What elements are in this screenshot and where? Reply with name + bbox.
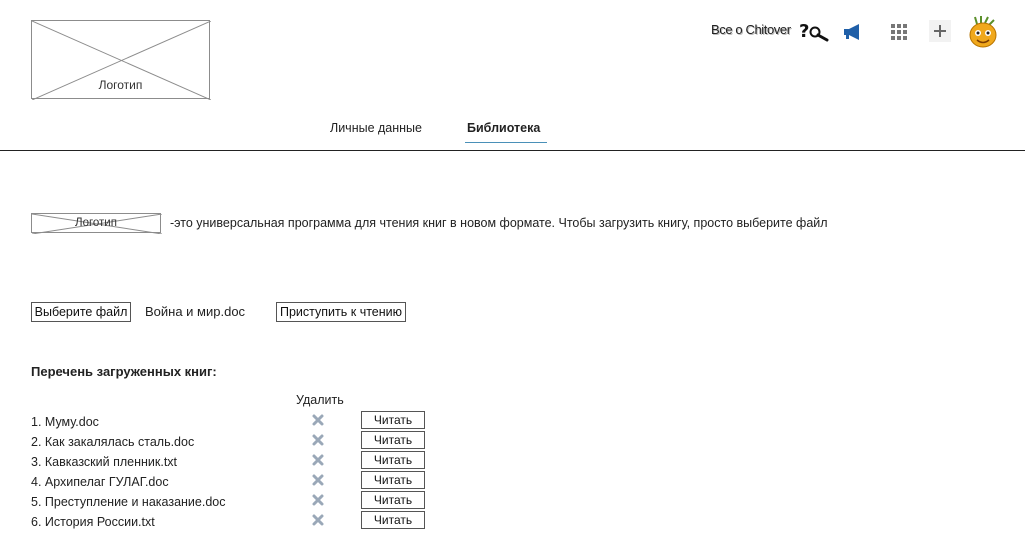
inline-logo-label: Логотип xyxy=(75,217,117,229)
apps-grid-icon[interactable] xyxy=(891,24,907,43)
list-item: 6. История России.txt Читать xyxy=(0,511,1032,533)
delete-icon[interactable] xyxy=(311,493,325,507)
list-item: 5. Преступление и наказание.doc Читать xyxy=(0,491,1032,513)
read-button[interactable]: Читать xyxy=(361,411,425,429)
header-divider xyxy=(0,150,1025,151)
book-title: 4. Архипелаг ГУЛАГ.doc xyxy=(31,475,169,489)
delete-column-header: Удалить xyxy=(296,393,344,407)
choose-file-button[interactable]: Выберите файл xyxy=(31,302,131,322)
book-title: 3. Кавказский пленник.txt xyxy=(31,455,178,469)
active-tab-underline xyxy=(465,142,547,143)
logo-placeholder: Логотип xyxy=(31,20,211,100)
book-title: 2. Как закалялась сталь.doc xyxy=(31,435,195,449)
book-title: 6. История России.txt xyxy=(31,515,155,529)
library-heading: Перечень загруженных книг: xyxy=(31,364,217,379)
help-search-icon[interactable]: ? xyxy=(798,20,830,47)
svg-text:?: ? xyxy=(799,21,809,42)
avatar-icon[interactable] xyxy=(967,15,999,52)
start-reading-button[interactable]: Приступить к чтению xyxy=(276,302,406,322)
logo-label: Логотип xyxy=(98,78,143,92)
tab-personal-data[interactable]: Личные данные xyxy=(330,121,422,135)
list-item: 4. Архипелаг ГУЛАГ.doc Читать xyxy=(0,471,1032,493)
list-item: 2. Как закалялась сталь.doc Читать xyxy=(0,431,1032,453)
plus-icon[interactable] xyxy=(929,20,951,42)
selected-file-name: Война и мир.doc xyxy=(145,304,246,319)
megaphone-icon[interactable] xyxy=(842,22,864,45)
delete-icon[interactable] xyxy=(311,453,325,467)
list-item: 3. Кавказский пленник.txt Читать xyxy=(0,451,1032,473)
read-button[interactable]: Читать xyxy=(361,511,425,529)
read-button[interactable]: Читать xyxy=(361,451,425,469)
delete-icon[interactable] xyxy=(311,513,325,527)
about-link[interactable]: Все о Chitover xyxy=(711,22,791,37)
read-button[interactable]: Читать xyxy=(361,471,425,489)
delete-icon[interactable] xyxy=(311,433,325,447)
book-title: 5. Преступление и наказание.doc xyxy=(31,495,226,509)
read-button[interactable]: Читать xyxy=(361,491,425,509)
inline-logo-placeholder: Логотип xyxy=(31,213,162,234)
list-item: 1. Муму.doc Читать xyxy=(0,411,1032,433)
delete-icon[interactable] xyxy=(311,413,325,427)
intro-description: -это универсальная программа для чтения … xyxy=(170,216,828,230)
read-button[interactable]: Читать xyxy=(361,431,425,449)
tab-library[interactable]: Библиотека xyxy=(467,121,540,135)
book-title: 1. Муму.doc xyxy=(31,415,99,429)
delete-icon[interactable] xyxy=(311,473,325,487)
